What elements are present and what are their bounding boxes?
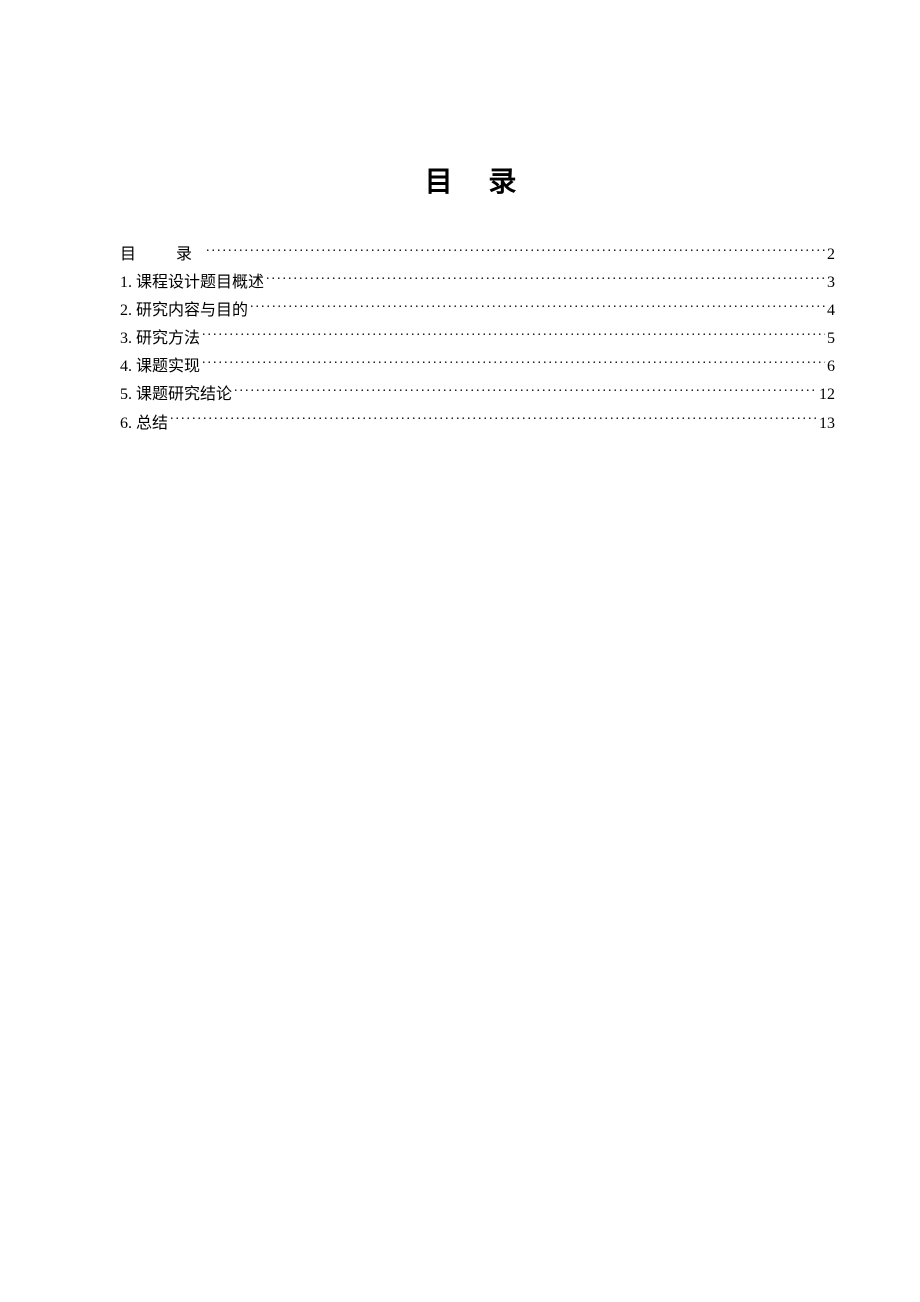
toc-page-number: 6 — [827, 354, 835, 380]
toc-page-number: 5 — [827, 326, 835, 352]
toc-leader — [266, 271, 825, 287]
toc-page-number: 12 — [819, 382, 835, 408]
toc-page-number: 2 — [827, 242, 835, 268]
toc-label: 5. 课题研究结论 — [120, 382, 232, 408]
toc-page-number: 13 — [819, 411, 835, 437]
toc-entry: 6. 总结 13 — [120, 411, 835, 437]
toc-entry: 5. 课题研究结论 12 — [120, 382, 835, 408]
toc-entry: 目 录 2 — [120, 242, 835, 268]
toc-page-number: 4 — [827, 298, 835, 324]
table-of-contents: 目 录 2 1. 课程设计题目概述 3 2. 研究内容与目的 4 3. 研究方法… — [120, 242, 835, 436]
toc-leader — [250, 299, 825, 315]
toc-label: 3. 研究方法 — [120, 326, 200, 352]
toc-label: 目 录 — [120, 242, 204, 268]
toc-entry: 2. 研究内容与目的 4 — [120, 298, 835, 324]
toc-leader — [234, 383, 817, 399]
toc-label: 6. 总结 — [120, 411, 168, 437]
toc-label: 4. 课题实现 — [120, 354, 200, 380]
toc-entry: 1. 课程设计题目概述 3 — [120, 270, 835, 296]
toc-leader — [170, 412, 817, 428]
document-page: 目 录 目 录 2 1. 课程设计题目概述 3 2. 研究内容与目的 4 3. … — [0, 0, 920, 1302]
toc-entry: 3. 研究方法 5 — [120, 326, 835, 352]
toc-leader — [202, 355, 825, 371]
toc-entry: 4. 课题实现 6 — [120, 354, 835, 380]
toc-label: 2. 研究内容与目的 — [120, 298, 248, 324]
toc-leader — [206, 243, 825, 259]
page-title: 目 录 — [120, 160, 835, 200]
toc-page-number: 3 — [827, 270, 835, 296]
toc-label: 1. 课程设计题目概述 — [120, 270, 264, 296]
toc-leader — [202, 327, 825, 343]
